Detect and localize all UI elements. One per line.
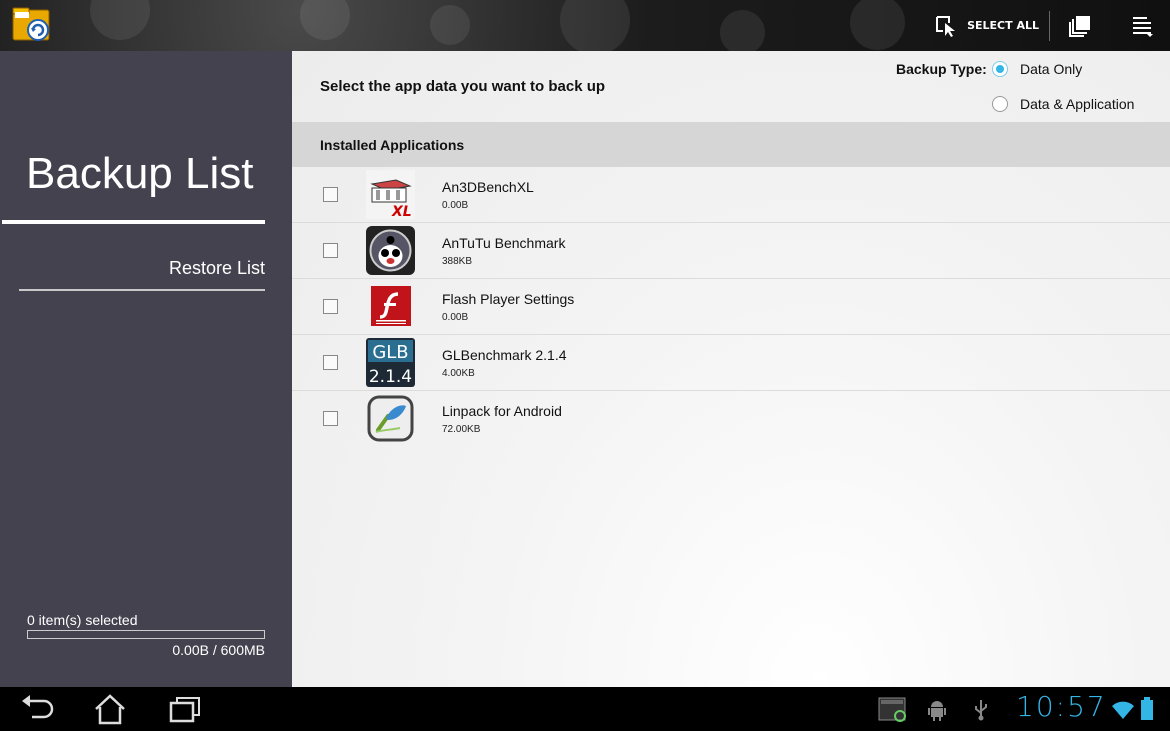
sidebar: Backup List Restore List 0 item(s) selec… <box>0 51 292 687</box>
storage-progress-bar <box>27 630 265 639</box>
tab-divider <box>19 289 265 291</box>
backup-folder-icon[interactable] <box>12 6 52 44</box>
action-bar: SELECT ALL <box>0 0 1170 51</box>
battery-icon <box>1141 697 1153 720</box>
app-size: 4.00KB <box>442 368 475 379</box>
screenshot-icon[interactable] <box>878 697 908 723</box>
radio-button[interactable] <box>992 96 1008 112</box>
tab-restore-list[interactable]: Restore List <box>169 258 265 279</box>
checkbox[interactable] <box>323 411 338 426</box>
app-size: 388KB <box>442 256 473 267</box>
overflow-menu-button[interactable] <box>1110 0 1170 51</box>
storage-capacity: 0.00B / 600MB <box>172 642 265 658</box>
app-name: GLBenchmark 2.1.4 <box>442 347 567 363</box>
app-name: Linpack for Android <box>442 403 562 419</box>
background-bokeh <box>720 10 765 51</box>
antutu-icon <box>366 226 415 275</box>
list-item[interactable]: Flash Player Settings 0.00B <box>292 279 1170 335</box>
list-item[interactable]: AnTuTu Benchmark 388KB <box>292 223 1170 279</box>
glb-icon-text-top: GLB <box>372 342 408 363</box>
system-bar: 10:57 <box>0 687 1170 731</box>
background-bokeh <box>430 5 470 45</box>
app-name: An3DBenchXL <box>442 179 534 195</box>
backup-type-label: Backup Type: <box>896 61 987 77</box>
app-list: XL An3DBenchXL 0.00B AnTuTu Benchmark 38… <box>292 167 1170 446</box>
usb-icon <box>975 700 987 721</box>
checkbox[interactable] <box>323 355 338 370</box>
linpack-icon <box>367 395 414 442</box>
background-bokeh <box>560 0 630 51</box>
glb-icon-text-bottom: 2.1.4 <box>369 367 412 387</box>
list-item[interactable]: Linpack for Android 72.00KB <box>292 391 1170 446</box>
background-bokeh <box>850 0 905 50</box>
recent-apps-icon[interactable] <box>163 693 203 725</box>
radio-label: Data & Application <box>1020 96 1135 112</box>
tab-backup-list[interactable]: Backup List <box>26 149 253 199</box>
overflow-menu-icon <box>1133 16 1153 37</box>
active-tab-indicator <box>2 220 265 224</box>
list-item[interactable]: GLB 2.1.4 GLBenchmark 2.1.4 4.00KB <box>292 335 1170 391</box>
selected-count: 0 item(s) selected <box>27 612 138 628</box>
wifi-icon <box>1112 701 1134 719</box>
svg-text:XL: XL <box>391 204 412 219</box>
checkbox[interactable] <box>323 243 338 258</box>
radio-data-only[interactable]: Data Only <box>992 61 1082 77</box>
back-icon[interactable] <box>18 693 58 725</box>
radio-data-and-application[interactable]: Data & Application <box>992 96 1134 112</box>
section-header: Installed Applications <box>292 122 1170 167</box>
copy-button[interactable] <box>1050 0 1110 51</box>
app-size: 72.00KB <box>442 424 481 435</box>
status-clock[interactable]: 10:57 <box>1016 690 1107 723</box>
checkbox[interactable] <box>323 187 338 202</box>
app-name: AnTuTu Benchmark <box>442 235 566 251</box>
copy-icon <box>1069 15 1090 37</box>
background-bokeh <box>300 0 350 40</box>
select-all-button[interactable]: SELECT ALL <box>925 0 1049 51</box>
radio-label: Data Only <box>1020 61 1083 77</box>
app-name: Flash Player Settings <box>442 291 575 307</box>
main-content: Select the app data you want to back up … <box>292 51 1170 687</box>
select-all-icon <box>936 15 956 37</box>
home-icon[interactable] <box>90 693 130 725</box>
select-all-label: SELECT ALL <box>967 19 1039 32</box>
app-size: 0.00B <box>442 312 469 323</box>
section-header-label: Installed Applications <box>320 137 465 153</box>
background-bokeh <box>90 0 150 40</box>
page-prompt: Select the app data you want to back up <box>320 78 606 95</box>
checkbox[interactable] <box>323 299 338 314</box>
an3dbench-icon: XL <box>366 170 415 219</box>
flash-player-icon <box>371 286 411 326</box>
app-size: 0.00B <box>442 200 469 211</box>
radio-button[interactable] <box>992 61 1008 77</box>
glbenchmark-icon: GLB 2.1.4 <box>366 338 415 387</box>
list-item[interactable]: XL An3DBenchXL 0.00B <box>292 167 1170 223</box>
android-debug-icon <box>928 701 946 721</box>
